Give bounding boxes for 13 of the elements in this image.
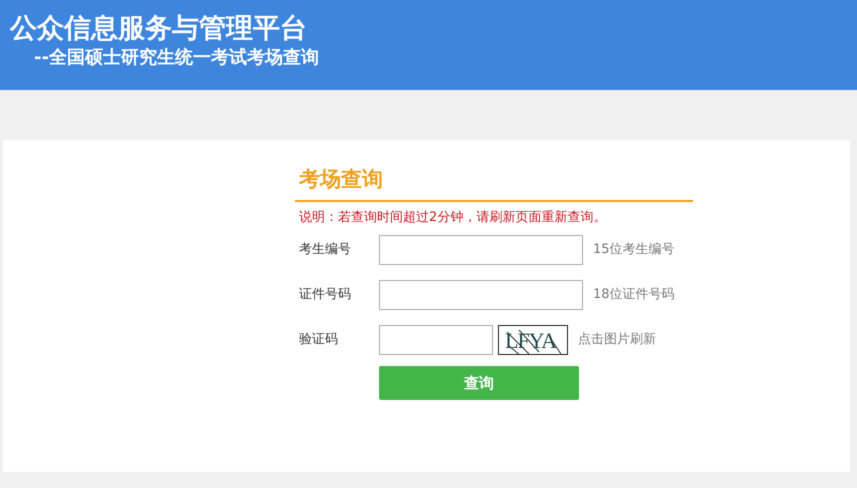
hint-text: 18位证件号码 [593,286,675,304]
field-label: 证件号码 [298,286,352,304]
notice-text: 说明：若查询时间超过2分钟，请刷新页面重新查询。 [298,208,608,226]
site-title: 公众信息服务与管理平台 [10,12,308,46]
field-label: 验证码 [298,330,339,349]
hint-text: 点击图片刷新 [578,330,656,349]
hint-text: 15位考生编号 [593,240,675,259]
field-label: 考生编号 [298,240,352,259]
captcha-field[interactable] [379,324,493,354]
site-subtitle: --全国硕士研究生统一考试考场查询 [33,46,320,70]
input-field[interactable] [379,280,583,310]
form-title: 考场查询 [295,162,693,202]
input-field[interactable] [379,234,583,264]
